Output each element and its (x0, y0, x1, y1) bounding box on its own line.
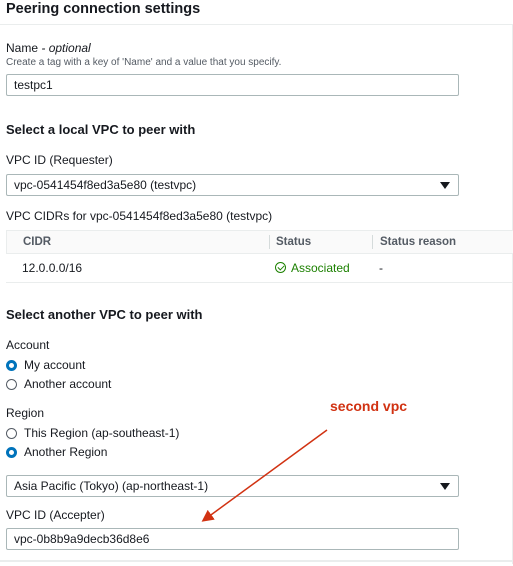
local-vpc-title: Select a local VPC to peer with (6, 122, 196, 137)
radio-selected-icon (6, 360, 17, 371)
accepter-label: VPC ID (Accepter) (6, 508, 105, 522)
name-label-text: Name (6, 41, 39, 55)
status-reason-cell: - (379, 261, 383, 275)
panel-header: Peering connection settings (0, 0, 513, 25)
column-header-status[interactable]: Status (276, 236, 311, 248)
cidr-table-header: CIDR Status Status reason (6, 230, 513, 254)
radio-label: My account (24, 358, 86, 372)
accepter-vpc-input[interactable]: vpc-0b8b9a9decb36d8e6 (6, 528, 459, 550)
annotation-label: second vpc (330, 398, 408, 414)
another-vpc-title: Select another VPC to peer with (6, 307, 203, 322)
radio-unselected-icon (6, 379, 17, 390)
region-select-value: Asia Pacific (Tokyo) (ap-northeast-1) (14, 479, 209, 493)
name-label: Name - optional (6, 41, 91, 55)
column-separator (372, 235, 373, 249)
cidrs-label: VPC CIDRs for vpc-0541454f8ed3a5e80 (tes… (6, 209, 273, 223)
radio-label: Another Region (24, 445, 108, 459)
name-hint: Create a tag with a key of 'Name' and a … (6, 57, 282, 68)
name-input[interactable]: testpc1 (6, 74, 459, 96)
peering-settings-panel: Peering connection settings Name - optio… (0, 0, 513, 566)
region-select[interactable]: Asia Pacific (Tokyo) (ap-northeast-1) (6, 475, 459, 497)
account-label: Account (6, 338, 50, 352)
column-header-status-reason[interactable]: Status reason (380, 236, 456, 248)
radio-selected-icon (6, 447, 17, 458)
status-cell: Associated (275, 261, 350, 275)
column-separator (269, 235, 270, 249)
radio-label: Another account (24, 377, 112, 391)
cidr-table: CIDR Status Status reason 12.0.0.0/16 As… (6, 230, 513, 283)
requester-vpc-select[interactable]: vpc-0541454f8ed3a5e80 (testvpc) (6, 174, 459, 196)
requester-vpc-value: vpc-0541454f8ed3a5e80 (testvpc) (14, 178, 197, 192)
panel-title: Peering connection settings (6, 1, 201, 17)
caret-down-icon (440, 182, 450, 189)
radio-unselected-icon (6, 428, 17, 439)
requester-label: VPC ID (Requester) (6, 153, 113, 167)
table-row: 12.0.0.0/16 Associated - (6, 254, 513, 283)
optional-label: - optional (41, 41, 91, 55)
cidr-cell: 12.0.0.0/16 (22, 261, 83, 275)
bottom-divider (0, 560, 513, 562)
radio-label: This Region (ap-southeast-1) (24, 426, 180, 440)
region-label: Region (6, 406, 45, 420)
status-text: Associated (291, 261, 350, 275)
column-header-cidr[interactable]: CIDR (23, 236, 51, 248)
check-circle-icon (275, 262, 286, 273)
caret-down-icon (440, 483, 450, 490)
